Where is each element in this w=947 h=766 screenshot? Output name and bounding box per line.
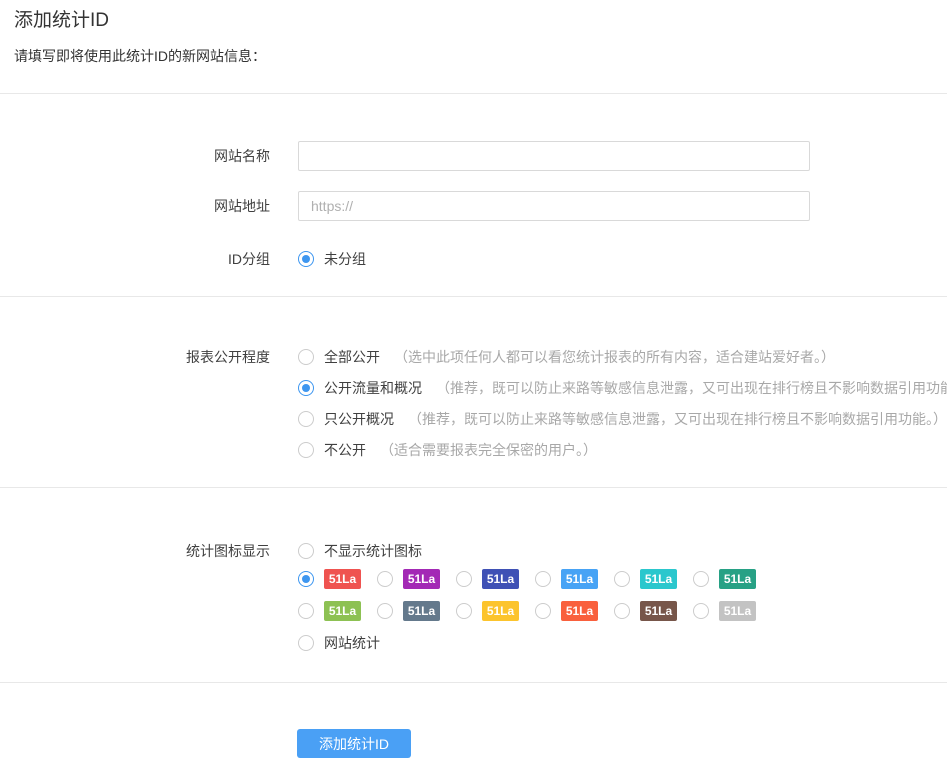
id-group-row: ID分组 未分组 — [0, 249, 947, 269]
badge-row-2: 51La 51La 51La 51La 51La — [298, 601, 772, 621]
publicity-option-hint: （选中此项任何人都可以看您统计报表的所有内容，适合建站爱好者。） — [394, 347, 835, 367]
publicity-option-label[interactable]: 全部公开 — [324, 347, 380, 367]
badge-51la-brown[interactable]: 51La — [640, 601, 677, 621]
radio-badge-red[interactable] — [298, 571, 314, 587]
radio-publicity-private[interactable] — [298, 442, 314, 458]
radio-badge-teal[interactable] — [693, 571, 709, 587]
publicity-option-hint: （适合需要报表完全保密的用户。） — [380, 440, 597, 460]
badge-pair: 51La — [614, 601, 677, 621]
add-stats-id-button[interactable]: 添加统计ID — [297, 729, 411, 758]
publicity-option-all-public: 全部公开 （选中此项任何人都可以看您统计报表的所有内容，适合建站爱好者。） — [298, 347, 947, 367]
badge-pair: 51La — [693, 569, 756, 589]
radio-badge-cyan[interactable] — [614, 571, 630, 587]
divider — [0, 682, 947, 683]
badge-pair: 51La — [377, 569, 440, 589]
radio-icon-none[interactable] — [298, 543, 314, 559]
site-url-input[interactable] — [298, 191, 810, 221]
radio-publicity-traffic-overview[interactable] — [298, 380, 314, 396]
site-name-control — [298, 141, 810, 171]
icon-display-options: 不显示统计图标 51La 51La 51La 51La — [298, 541, 772, 653]
divider — [0, 93, 947, 94]
radio-badge-purple[interactable] — [377, 571, 393, 587]
add-stats-id-page: 添加统计ID 请填写即将使用此统计ID的新网站信息： 网站名称 网站地址 ID分… — [0, 0, 947, 766]
radio-group-ungrouped[interactable] — [298, 251, 314, 267]
site-url-control — [298, 191, 810, 221]
badge-row-1: 51La 51La 51La 51La 51La — [298, 569, 772, 589]
icon-text-label[interactable]: 网站统计 — [324, 633, 380, 653]
badge-pair: 51La — [298, 601, 361, 621]
badge-51la-slate[interactable]: 51La — [403, 601, 440, 621]
radio-badge-orange[interactable] — [535, 603, 551, 619]
publicity-option-label[interactable]: 公开流量和概况 — [324, 378, 422, 398]
page-title: 添加统计ID — [14, 8, 947, 34]
radio-publicity-overview-only[interactable] — [298, 411, 314, 427]
radio-publicity-all-public[interactable] — [298, 349, 314, 365]
report-publicity-options: 全部公开 （选中此项任何人都可以看您统计报表的所有内容，适合建站爱好者。） 公开… — [298, 347, 947, 460]
icon-display-label: 统计图标显示 — [0, 541, 270, 561]
radio-badge-blue[interactable] — [535, 571, 551, 587]
badge-pair: 51La — [456, 601, 519, 621]
badge-pair: 51La — [456, 569, 519, 589]
badge-51la-navy[interactable]: 51La — [482, 569, 519, 589]
radio-badge-yellow[interactable] — [456, 603, 472, 619]
badge-51la-green[interactable]: 51La — [324, 601, 361, 621]
badge-51la-teal[interactable]: 51La — [719, 569, 756, 589]
site-url-row: 网站地址 — [0, 191, 947, 221]
icon-option-text: 网站统计 — [298, 633, 772, 653]
badge-51la-orange[interactable]: 51La — [561, 601, 598, 621]
site-name-label: 网站名称 — [0, 146, 270, 166]
radio-badge-gray[interactable] — [693, 603, 709, 619]
icon-display-section: 统计图标显示 不显示统计图标 51La 51La 51La — [0, 541, 947, 653]
id-group-control: 未分组 — [298, 249, 366, 269]
badge-51la-red[interactable]: 51La — [324, 569, 361, 589]
badge-pair: 51La — [693, 601, 756, 621]
report-publicity-label: 报表公开程度 — [0, 347, 270, 367]
page-subtitle: 请填写即将使用此统计ID的新网站信息： — [14, 47, 947, 66]
badge-pair: 51La — [377, 601, 440, 621]
icon-option-none: 不显示统计图标 — [298, 541, 772, 561]
publicity-option-label[interactable]: 不公开 — [324, 440, 366, 460]
radio-icon-text[interactable] — [298, 635, 314, 651]
badge-pair: 51La — [298, 569, 361, 589]
publicity-option-overview-only: 只公开概况 （推荐，既可以防止来路等敏感信息泄露，又可出现在排行榜且不影响数据引… — [298, 409, 947, 429]
divider — [0, 296, 947, 297]
radio-badge-slate[interactable] — [377, 603, 393, 619]
badge-51la-purple[interactable]: 51La — [403, 569, 440, 589]
badge-51la-blue[interactable]: 51La — [561, 569, 598, 589]
publicity-option-hint: （推荐，既可以防止来路等敏感信息泄露，又可出现在排行榜且不影响数据引用功能。） — [436, 378, 947, 398]
radio-badge-navy[interactable] — [456, 571, 472, 587]
badge-51la-gray[interactable]: 51La — [719, 601, 756, 621]
icon-none-label[interactable]: 不显示统计图标 — [324, 541, 422, 561]
radio-badge-brown[interactable] — [614, 603, 630, 619]
badge-51la-cyan[interactable]: 51La — [640, 569, 677, 589]
site-url-label: 网站地址 — [0, 196, 270, 216]
badge-pair: 51La — [535, 601, 598, 621]
radio-badge-green[interactable] — [298, 603, 314, 619]
publicity-option-hint: （推荐，既可以防止来路等敏感信息泄露，又可出现在排行榜且不影响数据引用功能。） — [408, 409, 947, 429]
badge-51la-yellow[interactable]: 51La — [482, 601, 519, 621]
id-group-option-label[interactable]: 未分组 — [324, 249, 366, 269]
divider — [0, 487, 947, 488]
report-publicity-section: 报表公开程度 全部公开 （选中此项任何人都可以看您统计报表的所有内容，适合建站爱… — [0, 347, 947, 460]
publicity-option-private: 不公开 （适合需要报表完全保密的用户。） — [298, 440, 947, 460]
publicity-option-traffic-overview: 公开流量和概况 （推荐，既可以防止来路等敏感信息泄露，又可出现在排行榜且不影响数… — [298, 378, 947, 398]
site-name-input[interactable] — [298, 141, 810, 171]
site-name-row: 网站名称 — [0, 141, 947, 171]
id-group-label: ID分组 — [0, 249, 270, 269]
publicity-option-label[interactable]: 只公开概况 — [324, 409, 394, 429]
badge-pair: 51La — [614, 569, 677, 589]
badge-pair: 51La — [535, 569, 598, 589]
